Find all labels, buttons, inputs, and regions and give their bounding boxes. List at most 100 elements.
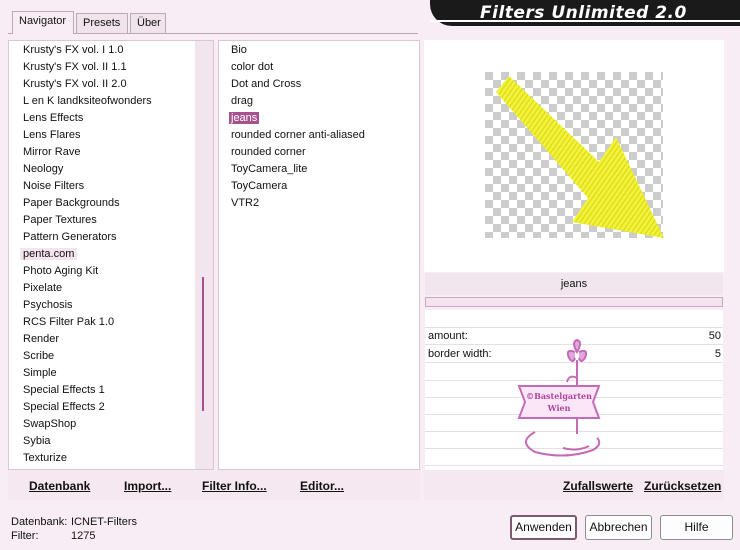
filter-item-label: Dot and Cross <box>231 78 302 90</box>
category-item[interactable]: Lens Effects <box>23 110 83 127</box>
zufallswerte-button[interactable]: Zufallswerte <box>563 479 633 493</box>
watermark-line1: ©Bastelgarten <box>526 391 592 401</box>
filter-item[interactable]: color dot <box>231 59 273 76</box>
category-item-label: Neology <box>23 163 64 175</box>
datenbank-button[interactable]: Datenbank <box>29 479 90 493</box>
category-list[interactable]: Krusty's FX vol. I 1.0 Krusty's FX vol. I… <box>8 40 214 470</box>
app-title-banner: Filters Unlimited 2.0 <box>430 0 740 26</box>
import-button[interactable]: Import... <box>124 479 171 493</box>
tab-navigator-label: Navigator <box>19 15 67 27</box>
category-item[interactable]: Render <box>23 331 59 348</box>
category-item[interactable]: Krusty's FX vol. I 1.0 <box>23 42 124 59</box>
filter-item-label: rounded corner anti-aliased <box>231 129 365 141</box>
help-button[interactable]: Hilfe <box>660 515 733 540</box>
help-button-label: Hilfe <box>684 520 709 534</box>
filter-item-label: Bio <box>231 44 247 56</box>
category-item[interactable]: RCS Filter Pak 1.0 <box>23 314 114 331</box>
category-item[interactable]: Pixelate <box>23 280 62 297</box>
filter-item-label: drag <box>231 95 254 107</box>
filter-item-label: VTR2 <box>231 197 260 209</box>
filter-item[interactable]: drag <box>231 93 253 110</box>
category-item-label: Noise Filters <box>23 180 85 192</box>
param-border-width-value: 5 <box>714 348 721 360</box>
category-item[interactable]: Special Effects 1 <box>23 382 105 399</box>
apply-button-label: Anwenden <box>515 520 572 534</box>
tab-navigator[interactable]: Navigator <box>12 11 74 34</box>
category-item[interactable]: L en K landksiteofwonders <box>23 93 152 110</box>
zuruecksetzen-button[interactable]: Zurücksetzen <box>644 479 721 493</box>
filter-item-label: ToyCamera_lite <box>231 163 308 175</box>
category-item[interactable]: Mirror Rave <box>23 144 80 161</box>
category-item-label: Paper Textures <box>23 214 97 226</box>
category-item-label: Lens Effects <box>23 112 84 124</box>
tab-ueber[interactable]: Über <box>130 13 166 33</box>
filter-item[interactable]: ToyCamera_lite <box>231 161 307 178</box>
category-scrollbar[interactable] <box>195 41 213 469</box>
category-item-label: Mirror Rave <box>23 146 81 158</box>
category-item[interactable]: Photo Aging Kit <box>23 263 98 280</box>
category-item-label: Texturize <box>23 452 68 464</box>
bastelgarten-watermark: ©Bastelgarten Wien <box>517 338 601 457</box>
filter-item[interactable]: ToyCamera <box>231 178 287 195</box>
tab-ueber-label: Über <box>137 17 161 29</box>
category-item[interactable]: penta.com <box>20 246 78 263</box>
filter-item-label: ToyCamera <box>231 180 288 192</box>
category-item-label: Render <box>23 333 60 345</box>
category-scrollbar-thumb[interactable] <box>202 277 204 411</box>
filter-info-button[interactable]: Filter Info... <box>202 479 267 493</box>
category-item[interactable]: Krusty's FX vol. II 2.0 <box>23 76 127 93</box>
category-item[interactable]: Neology <box>23 161 63 178</box>
category-item[interactable]: Simple <box>23 365 57 382</box>
param-border-width-label: border width: <box>428 348 492 360</box>
filter-item[interactable]: Dot and Cross <box>231 76 301 93</box>
status-database-value: ICNET-Filters <box>71 516 137 528</box>
category-item-label: Pattern Generators <box>23 231 117 243</box>
category-item[interactable]: Krusty's FX vol. II 1.1 <box>23 59 127 76</box>
filter-name-label: jeans <box>560 278 588 290</box>
filter-item[interactable]: jeans <box>229 110 260 127</box>
category-item[interactable]: Paper Textures <box>23 212 97 229</box>
category-item[interactable]: Texturize <box>23 450 67 467</box>
param-row-blank <box>425 310 723 328</box>
filter-item-label: jeans <box>229 112 260 124</box>
filter-item[interactable]: VTR2 <box>231 195 259 212</box>
status-database-label: Datenbank: <box>11 516 68 528</box>
category-item[interactable]: Psychosis <box>23 297 73 314</box>
category-item-label: penta.com <box>20 248 78 260</box>
category-item[interactable]: Lens Flares <box>23 127 80 144</box>
cancel-button[interactable]: Abbrechen <box>585 515 652 540</box>
category-item-label: Special Effects 1 <box>23 384 105 396</box>
category-item[interactable]: Paper Backgrounds <box>23 195 120 212</box>
category-item-label: Simple <box>23 367 57 379</box>
category-item[interactable]: Pattern Generators <box>23 229 117 246</box>
editor-button[interactable]: Editor... <box>300 479 344 493</box>
category-item[interactable]: Special Effects 2 <box>23 399 105 416</box>
preview-image <box>485 72 664 238</box>
category-item[interactable]: Noise Filters <box>23 178 84 195</box>
tab-presets-label: Presets <box>83 17 121 29</box>
apply-button[interactable]: Anwenden <box>510 515 577 540</box>
filter-item[interactable]: rounded corner <box>231 144 306 161</box>
cancel-button-label: Abbrechen <box>589 520 648 534</box>
category-item[interactable]: Sybia <box>23 433 51 450</box>
app-title: Filters Unlimited 2.0 <box>480 3 687 23</box>
filter-item-label: rounded corner <box>231 146 306 158</box>
category-item-label: Paper Backgrounds <box>23 197 120 209</box>
status-filter-label: Filter: <box>11 530 39 542</box>
category-item[interactable]: Scribe <box>23 348 54 365</box>
tab-presets[interactable]: Presets <box>76 13 128 33</box>
category-item-label: Krusty's FX vol. II 2.0 <box>23 78 127 90</box>
filter-item[interactable]: Bio <box>231 42 247 59</box>
category-item[interactable]: SwapShop <box>23 416 76 433</box>
param-amount-value: 50 <box>708 330 721 342</box>
filter-list[interactable]: Bio color dot Dot and Cross drag jeans rounde… <box>218 40 420 470</box>
status-filter-count: 1275 <box>71 530 96 542</box>
category-item-label: SwapShop <box>23 418 77 430</box>
filter-name-header: jeans <box>425 273 723 295</box>
category-item-label: Lens Flares <box>23 129 81 141</box>
filter-item-label: color dot <box>231 61 274 73</box>
param-amount-label: amount: <box>428 330 468 342</box>
category-item-label: Scribe <box>23 350 55 362</box>
filter-item[interactable]: rounded corner anti-aliased <box>231 127 365 144</box>
category-item-label: Special Effects 2 <box>23 401 105 413</box>
